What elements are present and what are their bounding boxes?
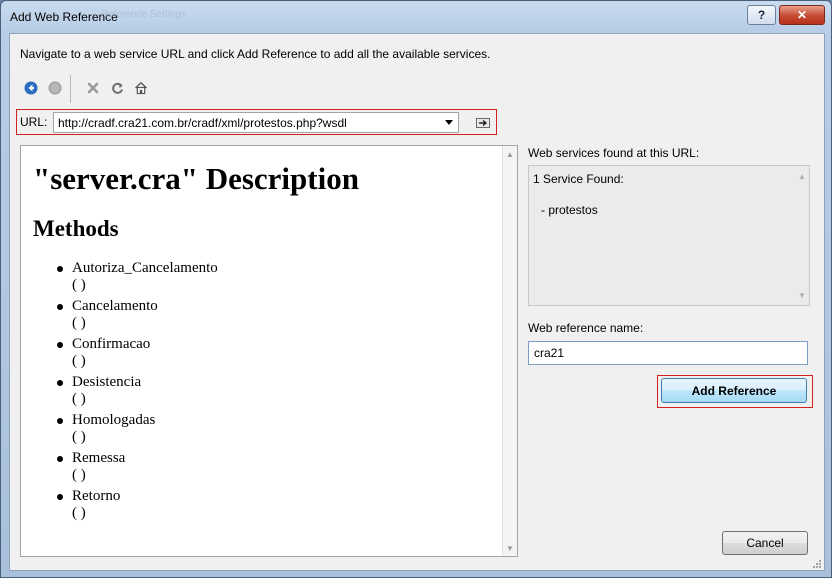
bullet-icon bbox=[57, 418, 63, 424]
method-name[interactable]: Cancelamento ( ) bbox=[72, 298, 158, 332]
methods-heading: Methods bbox=[33, 216, 119, 241]
bullet-icon bbox=[57, 380, 63, 386]
go-button-icon[interactable] bbox=[474, 116, 492, 130]
description-scrollbar[interactable]: ▲ ▼ bbox=[502, 146, 517, 556]
url-input[interactable] bbox=[58, 113, 434, 132]
close-button[interactable]: ✕ bbox=[779, 5, 825, 25]
service-description-title: "server.cra" Description bbox=[33, 161, 359, 196]
services-found-label: Web services found at this URL: bbox=[528, 146, 700, 160]
bullet-icon bbox=[57, 456, 63, 462]
reference-name-label: Web reference name: bbox=[528, 321, 644, 335]
url-label: URL: bbox=[20, 115, 48, 129]
dialog-client-area: Navigate to a web service URL and click … bbox=[9, 33, 825, 571]
browser-toolbar bbox=[22, 75, 162, 103]
scroll-down-icon[interactable]: ▼ bbox=[797, 290, 807, 300]
home-icon[interactable] bbox=[132, 79, 150, 97]
add-reference-button[interactable]: Add Reference bbox=[661, 378, 807, 403]
refresh-icon[interactable] bbox=[108, 79, 126, 97]
method-name[interactable]: Homologadas ( ) bbox=[72, 412, 155, 446]
method-name[interactable]: Remessa ( ) bbox=[72, 450, 125, 484]
cancel-button[interactable]: Cancel bbox=[722, 531, 808, 555]
bullet-icon bbox=[57, 342, 63, 348]
instructions-text: Navigate to a web service URL and click … bbox=[20, 47, 491, 61]
method-name[interactable]: Retorno ( ) bbox=[72, 488, 120, 522]
title-bar[interactable]: Add Web Reference Reference Settings ? ✕ bbox=[1, 1, 831, 33]
services-count-text: 1 Service Found: bbox=[533, 172, 624, 186]
method-name[interactable]: Autoriza_Cancelamento ( ) bbox=[72, 260, 218, 294]
url-row: URL: bbox=[16, 109, 497, 135]
bullet-icon bbox=[57, 494, 63, 500]
services-scrollbar[interactable]: ▲ ▼ bbox=[795, 166, 809, 305]
toolbar-separator bbox=[70, 75, 71, 103]
scroll-up-icon[interactable]: ▲ bbox=[505, 149, 515, 159]
service-item: - protestos bbox=[541, 203, 598, 217]
bullet-icon bbox=[57, 304, 63, 310]
resize-grip-icon[interactable] bbox=[812, 558, 822, 568]
forward-icon[interactable] bbox=[46, 79, 64, 97]
reference-name-input[interactable] bbox=[528, 341, 808, 365]
stop-icon[interactable] bbox=[84, 79, 102, 97]
dialog-window: Add Web Reference Reference Settings ? ✕… bbox=[0, 0, 832, 578]
back-icon[interactable] bbox=[22, 79, 40, 97]
service-description-pane[interactable]: "server.cra" Description Methods Autoriz… bbox=[20, 145, 518, 557]
scroll-up-icon[interactable]: ▲ bbox=[797, 171, 807, 181]
background-window-title: Reference Settings bbox=[101, 9, 187, 20]
url-dropdown-arrow-icon[interactable] bbox=[443, 116, 455, 128]
url-combobox[interactable] bbox=[53, 112, 459, 133]
services-found-box[interactable]: 1 Service Found: - protestos ▲ ▼ bbox=[528, 165, 810, 306]
method-name[interactable]: Confirmacao ( ) bbox=[72, 336, 150, 370]
help-button[interactable]: ? bbox=[747, 5, 776, 25]
add-reference-highlight: Add Reference bbox=[657, 375, 813, 408]
method-name[interactable]: Desistencia ( ) bbox=[72, 374, 141, 408]
bullet-icon bbox=[57, 266, 63, 272]
scroll-down-icon[interactable]: ▼ bbox=[505, 543, 515, 553]
